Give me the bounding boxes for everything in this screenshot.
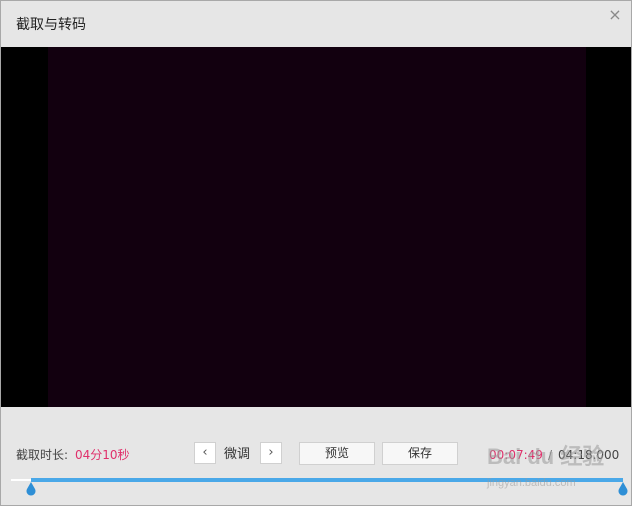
video-frame — [48, 47, 586, 407]
current-time: 00:07:49 — [489, 448, 543, 462]
drop-handle-icon[interactable] — [26, 481, 36, 496]
clip-duration-label: 截取时长: — [16, 448, 69, 462]
time-separator: / — [548, 448, 553, 462]
title-bar: 截取与转码 × — [1, 1, 631, 47]
dialog-title: 截取与转码 — [16, 17, 86, 33]
close-icon[interactable]: × — [605, 5, 625, 25]
video-player — [1, 47, 631, 407]
fine-tune-label: 微调 — [224, 447, 251, 462]
clip-duration-value: 04分10秒 — [75, 448, 130, 462]
clip-transcode-dialog: 截取与转码 × 截取时长: 04分10秒 ‹ 微调 › 预览 保存 00:07:… — [0, 0, 632, 506]
chevron-right-icon[interactable]: › — [260, 442, 282, 464]
clip-controls: 截取时长: 04分10秒 ‹ 微调 › 预览 保存 00:07:49 / 04:… — [1, 407, 631, 505]
clip-range-track[interactable] — [31, 478, 623, 482]
drop-handle-icon[interactable] — [618, 481, 628, 496]
total-time: 04:18.000 — [558, 448, 620, 462]
preview-button[interactable]: 预览 — [299, 442, 375, 465]
save-button[interactable]: 保存 — [382, 442, 458, 465]
chevron-left-icon[interactable]: ‹ — [194, 442, 216, 464]
